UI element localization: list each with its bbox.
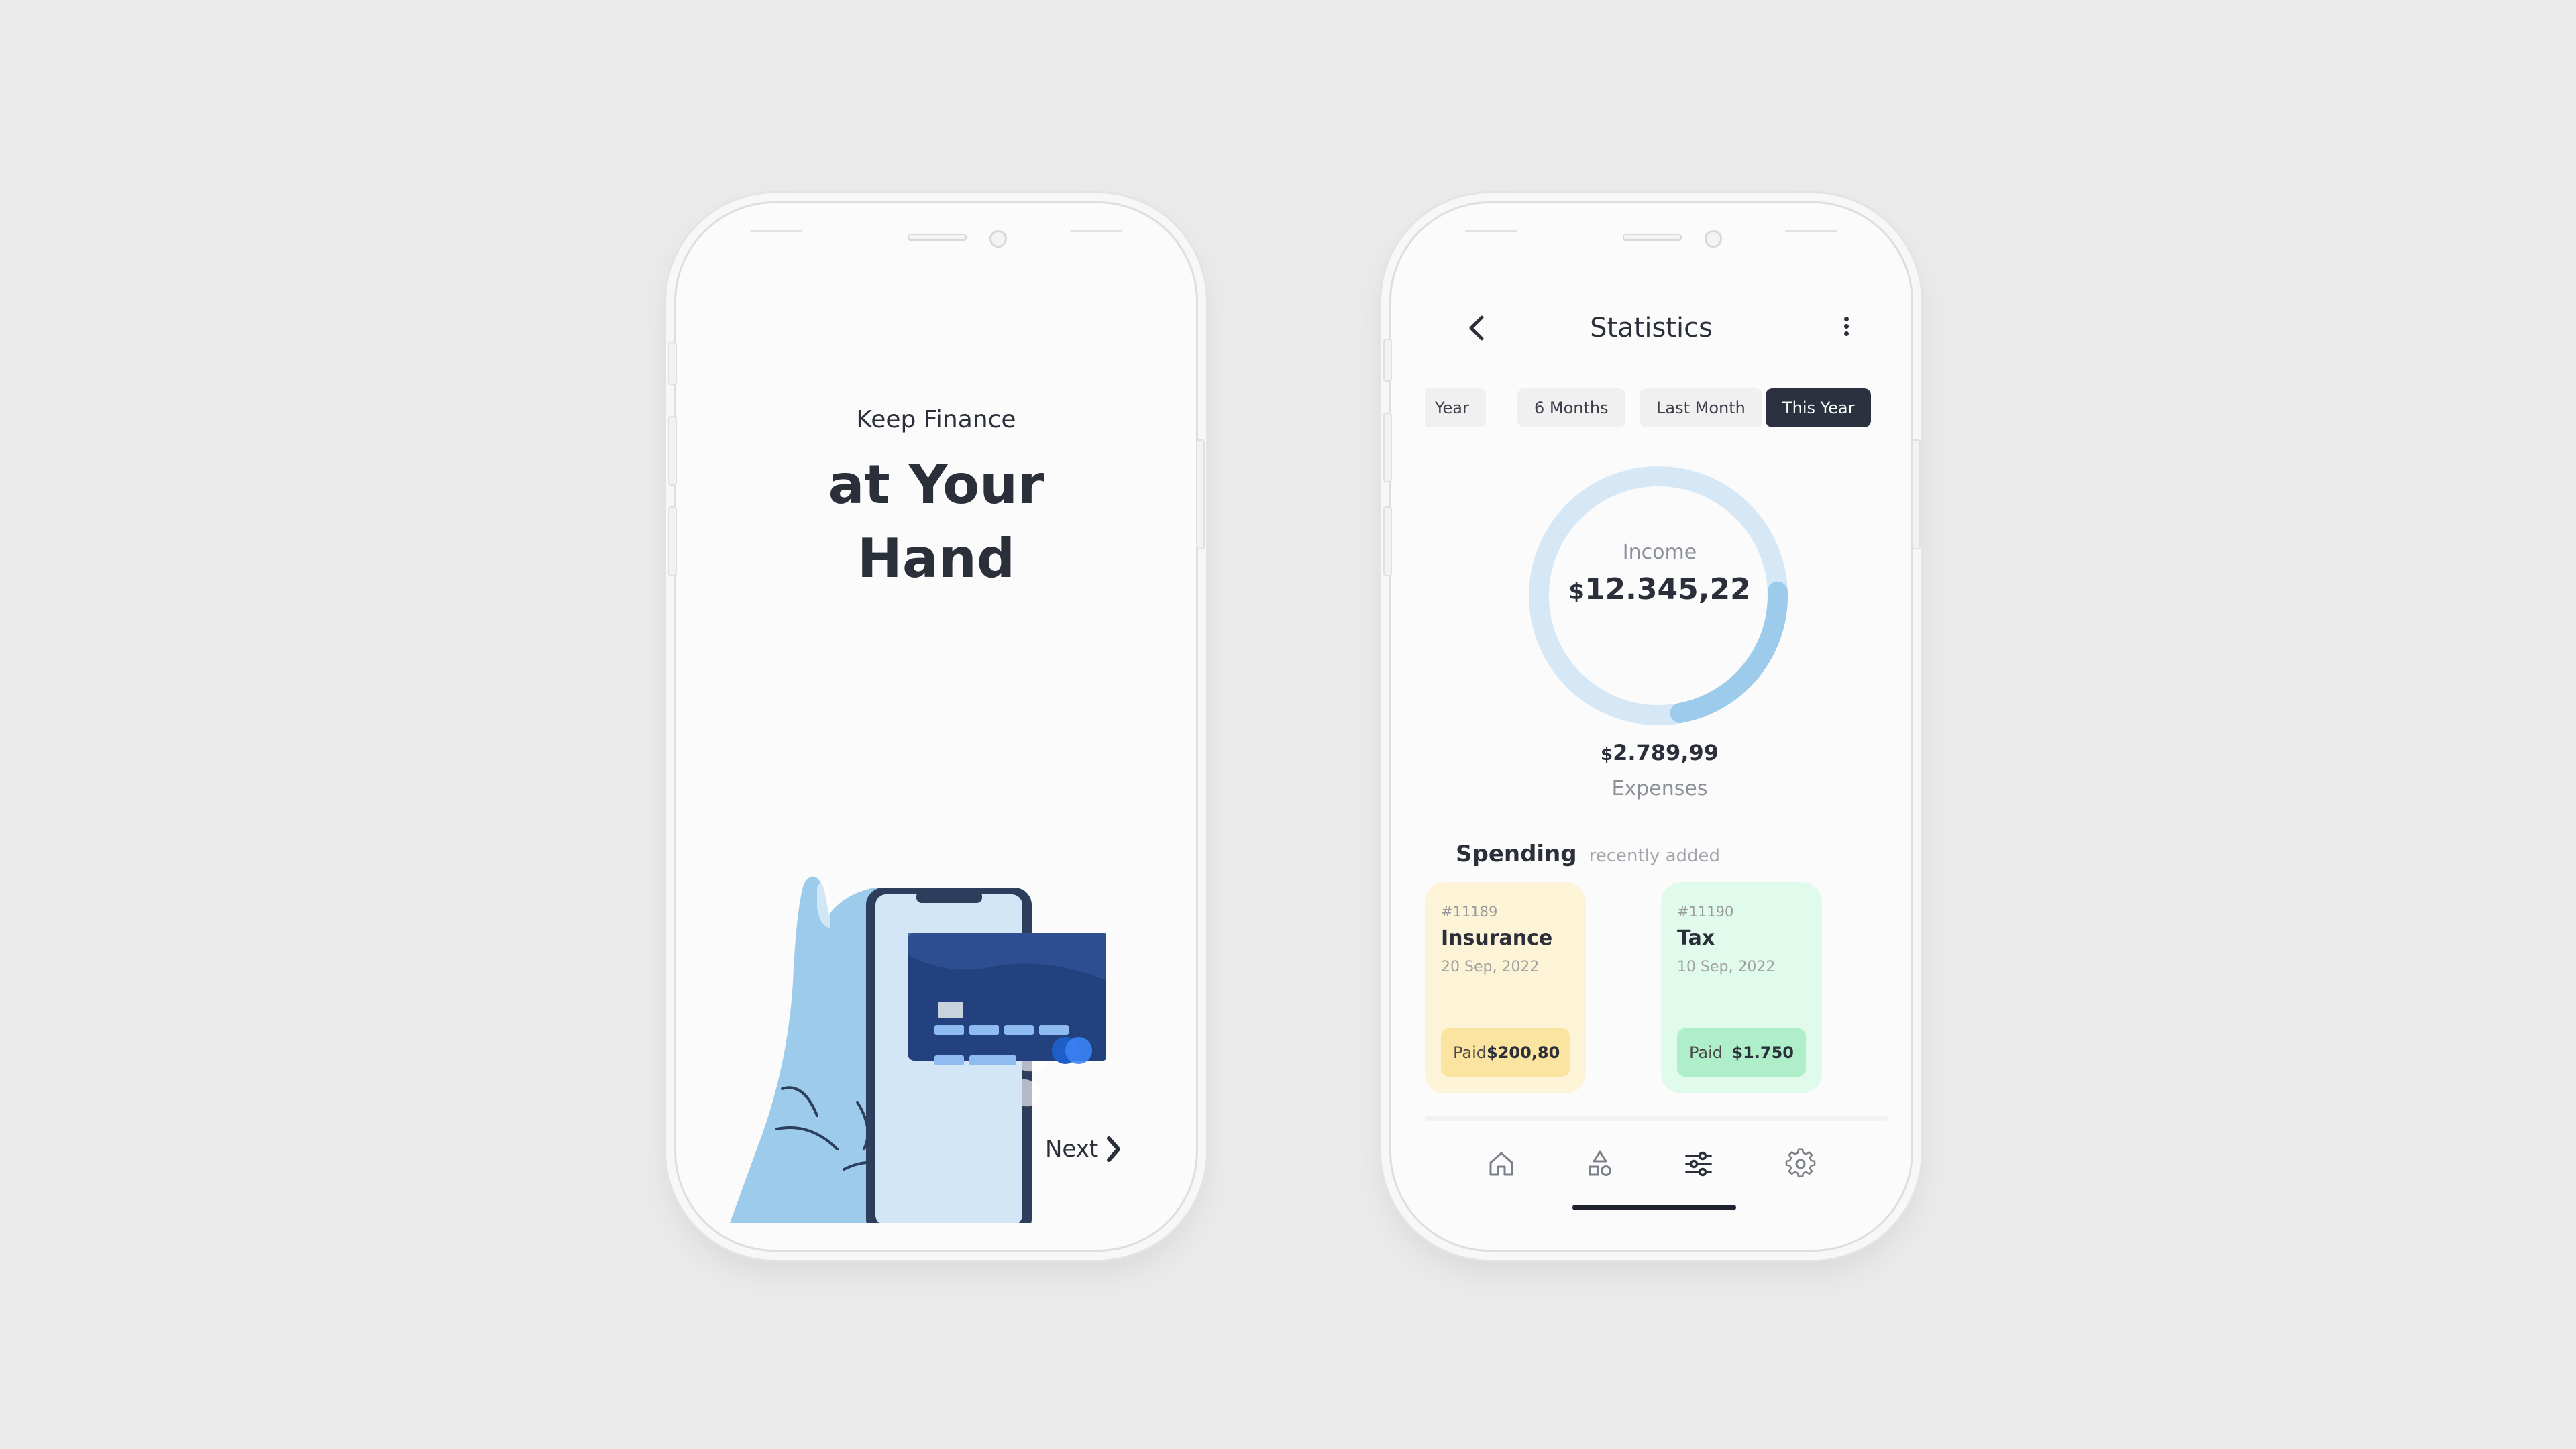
spending-cards: #11189 Insurance 20 Sep, 2022 Paid $200,… <box>1425 882 1888 1104</box>
headline-line-2: Hand <box>857 527 1016 590</box>
side-button <box>1196 439 1205 549</box>
spending-title: Spending <box>1456 841 1577 867</box>
spending-subtitle: recently added <box>1589 846 1721 866</box>
earpiece-speaker <box>1623 234 1682 241</box>
spending-card-tax[interactable]: #11190 Tax 10 Sep, 2022 Paid $1.750 <box>1661 882 1822 1093</box>
more-options-icon[interactable] <box>1839 314 1853 341</box>
top-bezel-line <box>1785 230 1837 232</box>
income-amount: $12.345,22 <box>1391 572 1911 606</box>
tab-last-month[interactable]: Last Month <box>1640 388 1762 427</box>
expenses-currency: $ <box>1601 745 1613 765</box>
next-button[interactable]: Next <box>1045 1136 1122 1163</box>
card-name: Tax <box>1677 926 1715 950</box>
onboarding-phone: Keep Finance at Your Hand Next <box>674 201 1198 1252</box>
tab-year[interactable]: Year <box>1425 388 1486 427</box>
gear-icon[interactable] <box>1784 1148 1817 1180</box>
earpiece-speaker <box>908 234 967 241</box>
side-button <box>668 416 677 486</box>
card-status: Paid <box>1689 1043 1723 1062</box>
card-date: 10 Sep, 2022 <box>1677 959 1776 975</box>
card-footer: Paid $200,80 <box>1441 1028 1570 1077</box>
income-label: Income <box>1622 541 1697 564</box>
expenses-value: 2.789,99 <box>1613 740 1719 765</box>
spending-header: Spending recently added <box>1456 841 1720 867</box>
tab-6-months[interactable]: 6 Months <box>1517 388 1625 427</box>
side-button <box>668 506 677 576</box>
income-value: 12.345,22 <box>1584 572 1751 606</box>
card-footer: Paid $1.750 <box>1677 1028 1806 1077</box>
shapes-icon[interactable] <box>1584 1148 1616 1180</box>
sliders-icon[interactable] <box>1682 1148 1715 1180</box>
side-button <box>1383 506 1392 576</box>
card-name: Insurance <box>1441 926 1553 950</box>
chevron-right-icon <box>1107 1136 1121 1162</box>
period-tabs: Year 6 Months Last Month This Year <box>1425 388 1888 429</box>
home-icon[interactable] <box>1485 1148 1517 1180</box>
card-id: #11189 <box>1441 904 1498 920</box>
side-button <box>1383 413 1392 482</box>
front-camera <box>1705 230 1722 248</box>
top-bezel-line <box>1465 230 1517 232</box>
home-indicator <box>1572 1205 1736 1210</box>
expenses-amount: $2.789,99 <box>1391 740 1911 765</box>
card-amount: $200,80 <box>1487 1043 1560 1062</box>
expenses-label: Expenses <box>1611 777 1708 800</box>
page-title: Statistics <box>1590 313 1713 343</box>
card-status: Paid <box>1453 1043 1487 1062</box>
content-divider <box>1425 1116 1888 1121</box>
side-button <box>1383 339 1392 382</box>
spending-card-insurance[interactable]: #11189 Insurance 20 Sep, 2022 Paid $200,… <box>1425 882 1586 1093</box>
onboarding-headline: at Your Hand <box>676 448 1196 596</box>
side-button <box>668 342 677 385</box>
card-date: 20 Sep, 2022 <box>1441 959 1540 975</box>
statistics-phone: Statistics Year 6 Months Last Month This… <box>1389 201 1913 1252</box>
tab-this-year[interactable]: This Year <box>1766 388 1872 427</box>
card-id: #11190 <box>1677 904 1734 920</box>
income-currency: $ <box>1568 578 1585 605</box>
top-bezel-line <box>1070 230 1122 232</box>
next-label: Next <box>1045 1136 1099 1163</box>
side-button <box>1912 439 1921 549</box>
card-amount: $1.750 <box>1731 1043 1794 1062</box>
front-camera <box>989 230 1007 248</box>
top-bezel-line <box>750 230 802 232</box>
onboarding-kicker: Keep Finance <box>856 406 1016 433</box>
headline-line-1: at Your <box>828 453 1044 516</box>
